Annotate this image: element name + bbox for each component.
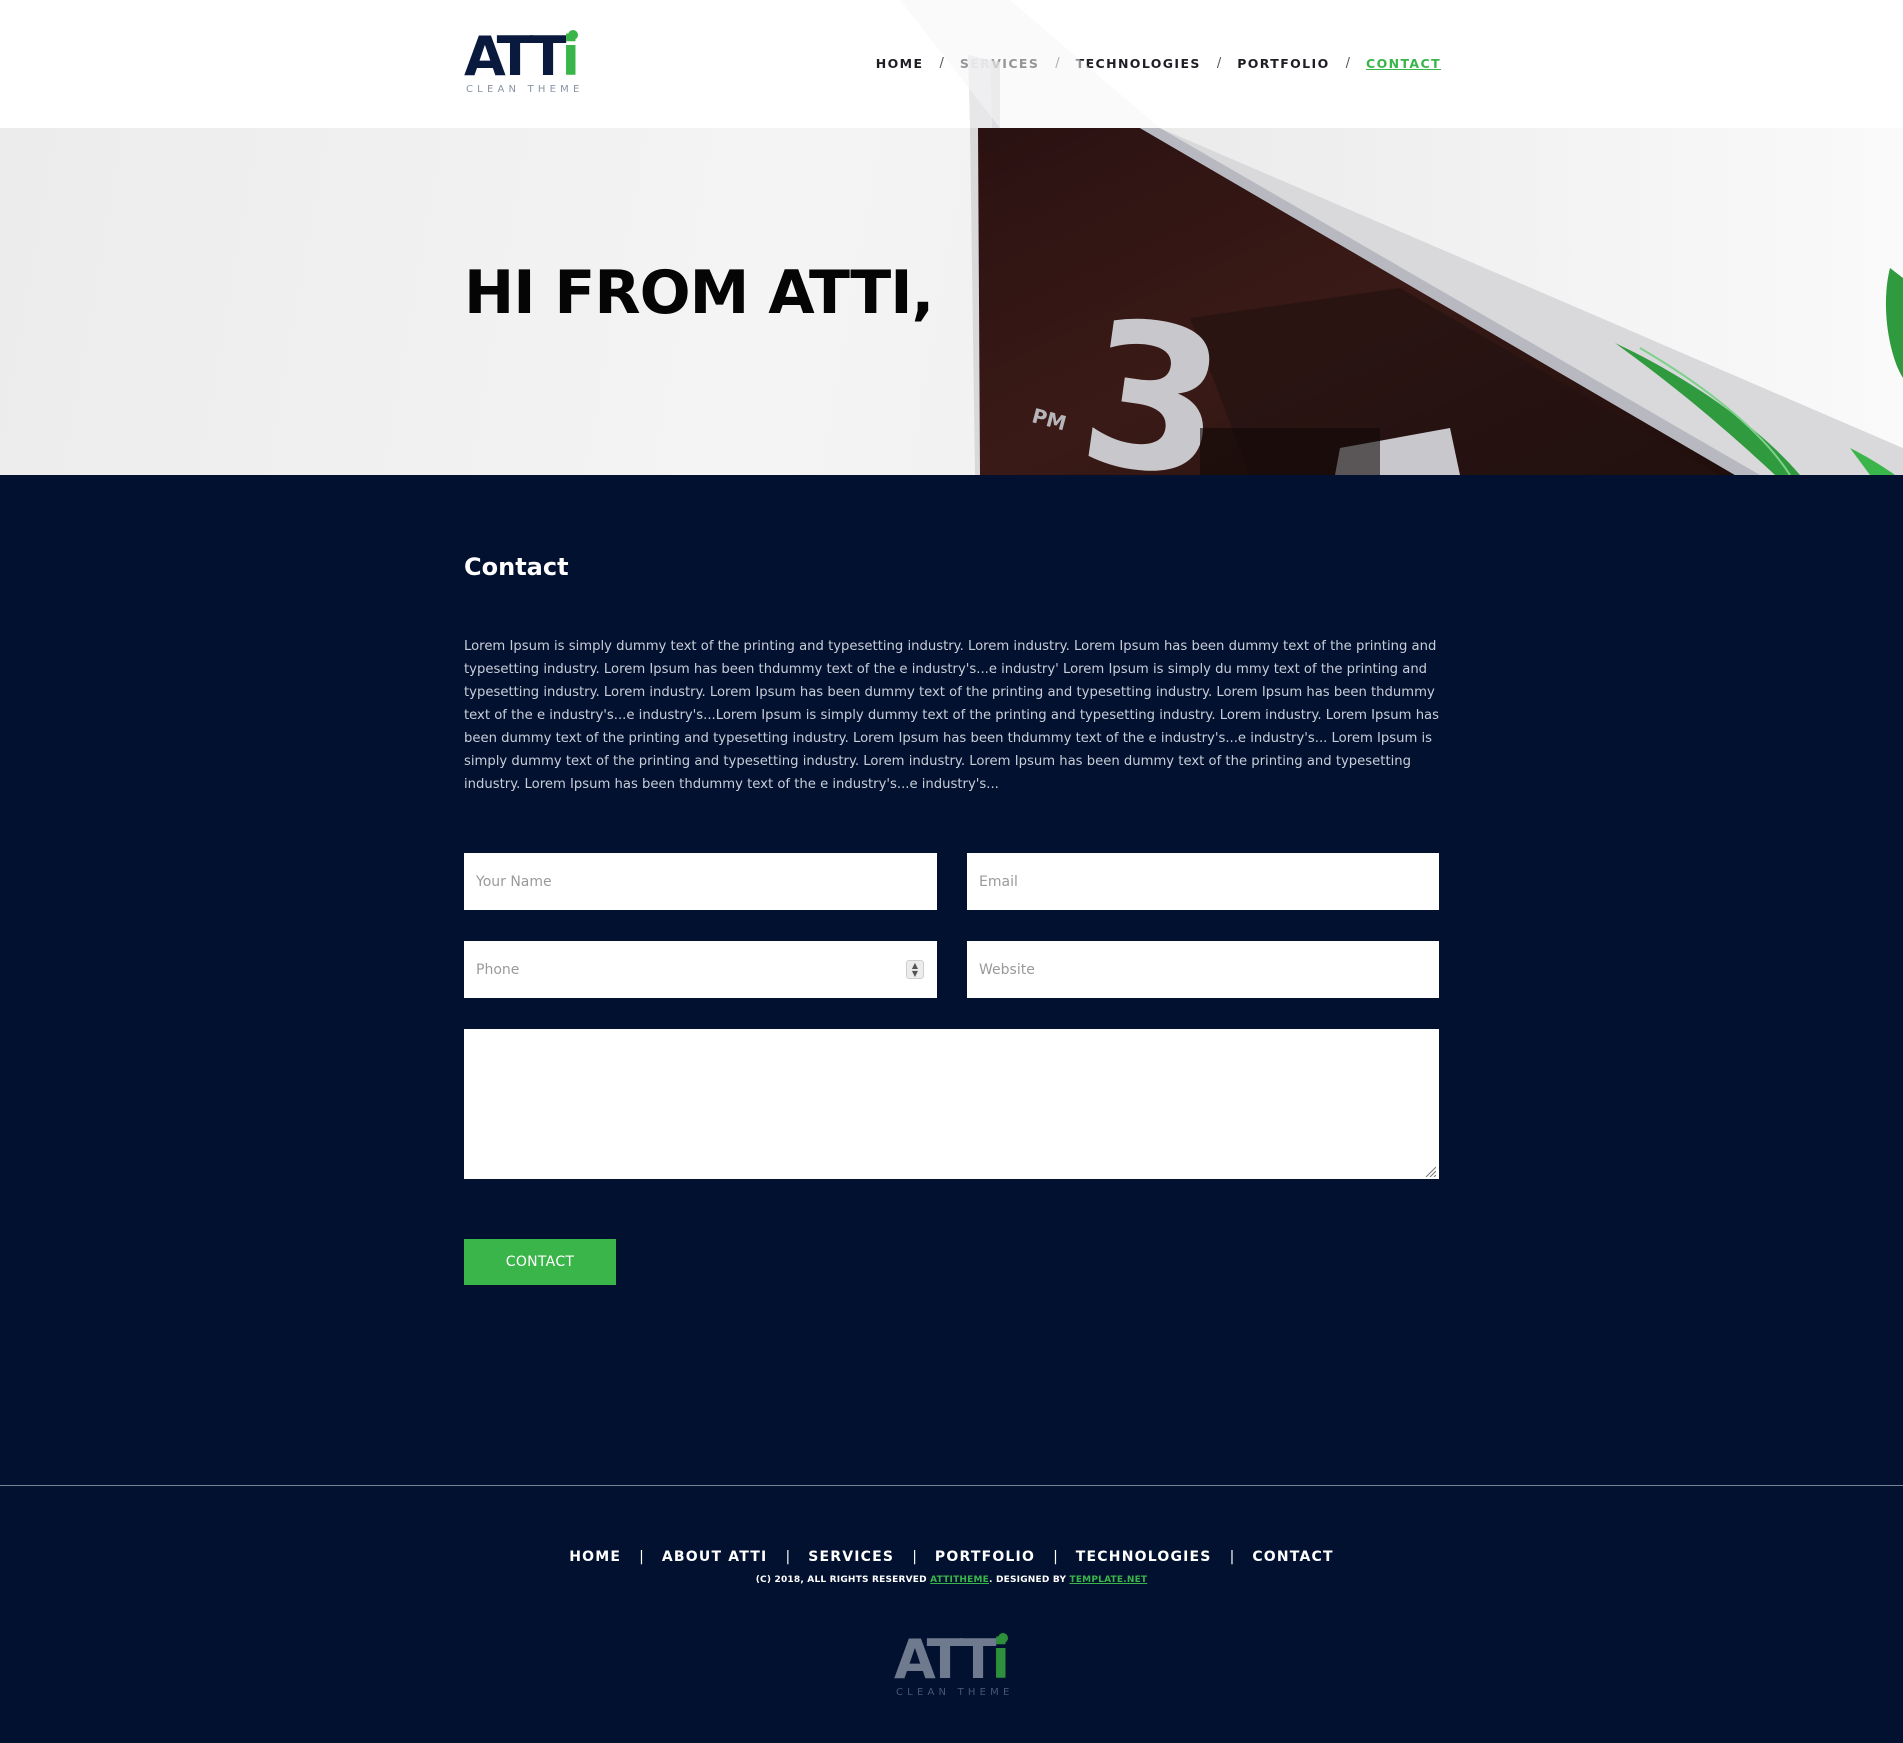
name-input[interactable] [464, 853, 937, 910]
footer-separator: | [785, 1549, 791, 1565]
phone-input[interactable] [464, 941, 937, 998]
copyright-prefix: (C) 2018, ALL RIGHTS RESERVED [755, 1575, 931, 1585]
footer-logo-dot [998, 1633, 1008, 1643]
logo-tagline: CLEAN THEME [466, 84, 584, 95]
hero-banner: 3 PM HI FROM ATTI, [0, 128, 1903, 475]
footer-separator: | [1053, 1549, 1058, 1565]
main-nav: HOME / SERVICES / TECHNOLOGIES / PORTFOL… [876, 56, 1441, 71]
nav-separator: / [1345, 56, 1350, 71]
footer-logo-wordmark: ATTi [894, 1628, 1011, 1691]
footer-nav: HOME | ABOUT ATTI | SERVICES | PORTFOLIO… [0, 1549, 1903, 1565]
footer-logo[interactable]: ATTi CLEAN THEME [894, 1631, 1014, 1701]
contact-section: Contact Lorem Ipsum is simply dummy text… [0, 475, 1903, 1485]
footer-link-contact[interactable]: CONTACT [1252, 1549, 1333, 1565]
footer-logo-tagline: CLEAN THEME [896, 1687, 1014, 1698]
contact-submit-button[interactable]: CONTACT [464, 1239, 616, 1285]
logo-dot [568, 30, 578, 40]
nav-separator: / [939, 56, 944, 71]
copyright-mid: . DESIGNED BY [989, 1575, 1070, 1585]
hero-title: HI FROM ATTI, [464, 258, 934, 328]
contact-description: Lorem Ipsum is simply dummy text of the … [464, 639, 1440, 792]
resize-grip-icon[interactable] [1424, 1165, 1436, 1177]
copyright-text: (C) 2018, ALL RIGHTS RESERVED ATTITHEME.… [0, 1575, 1903, 1585]
template-net-link[interactable]: TEMPLATE.NET [1070, 1575, 1148, 1585]
footer-separator: | [639, 1549, 644, 1565]
footer-link-about[interactable]: ABOUT ATTI [662, 1549, 768, 1565]
hero-laptop-photo: 3 PM [970, 128, 1903, 475]
footer-separator: | [1229, 1549, 1235, 1565]
footer-link-services[interactable]: SERVICES [808, 1549, 894, 1565]
footer-link-portfolio[interactable]: PORTFOLIO [935, 1549, 1035, 1565]
nav-separator: / [1055, 56, 1060, 71]
site-header: ATTi CLEAN THEME HOME / SERVICES / TECHN… [0, 0, 1903, 128]
site-logo[interactable]: ATTi CLEAN THEME [464, 28, 584, 98]
nav-contact[interactable]: CONTACT [1366, 56, 1441, 71]
footer-link-home[interactable]: HOME [569, 1549, 621, 1565]
nav-home[interactable]: HOME [876, 56, 924, 71]
logo-wordmark: ATTi [464, 25, 581, 88]
email-input[interactable] [967, 853, 1439, 910]
nav-portfolio[interactable]: PORTFOLIO [1237, 56, 1329, 71]
nav-services[interactable]: SERVICES [960, 56, 1039, 71]
nav-separator: / [1216, 56, 1222, 71]
nav-technologies[interactable]: TECHNOLOGIES [1076, 56, 1201, 71]
phone-spinner-icon[interactable]: ▲ ▼ [906, 960, 924, 979]
contact-title: Contact [464, 553, 569, 581]
footer-separator: | [912, 1549, 917, 1565]
footer-link-technologies[interactable]: TECHNOLOGIES [1076, 1549, 1212, 1565]
message-textarea[interactable] [464, 1029, 1439, 1179]
website-input[interactable] [967, 941, 1439, 998]
attitheme-link[interactable]: ATTITHEME [930, 1575, 989, 1585]
footer-divider [0, 1485, 1903, 1486]
